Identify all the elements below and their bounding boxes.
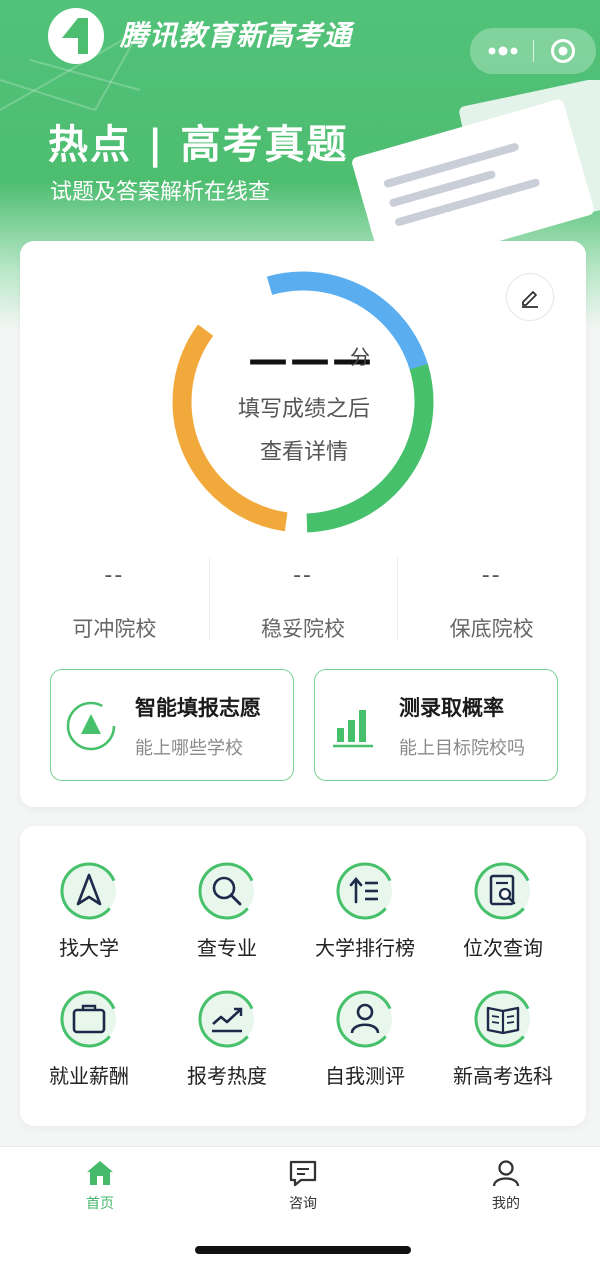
stat-label: 稳妥院校 [261, 617, 345, 641]
action-desc: 能上哪些学校 [135, 738, 243, 759]
chat-icon [289, 1160, 317, 1187]
stat-safety[interactable]: -- 保底院校 [397, 557, 586, 649]
tab-label: 我的 [492, 1196, 520, 1212]
stat-value: -- [481, 563, 502, 588]
edit-icon [522, 291, 538, 308]
tab-consult[interactable]: 咨询 [253, 1159, 353, 1213]
smart-application-button[interactable]: 智能填报志愿 能上哪些学校 [50, 669, 294, 781]
stat-value: -- [104, 563, 125, 588]
tab-mine[interactable]: 我的 [456, 1159, 556, 1213]
feature-label: 位次查询 [463, 936, 543, 960]
action-title: 测录取概率 [399, 696, 504, 720]
school-stats: -- 可冲院校 -- 稳妥院校 -- 保底院校 [20, 557, 586, 649]
exam-papers-illustration [352, 80, 600, 250]
feature-university-ranking[interactable]: 大学排行榜 [296, 860, 434, 961]
feature-label: 新高考选科 [453, 1064, 553, 1088]
feature-find-university[interactable]: 找大学 [20, 860, 158, 961]
user-icon [492, 1160, 520, 1187]
tab-label: 首页 [86, 1196, 114, 1212]
action-title: 智能填报志愿 [135, 696, 261, 720]
admission-probability-button[interactable]: 测录取概率 能上目标院校吗 [314, 669, 558, 781]
navigation-arrow-icon [60, 862, 118, 920]
score-prompt-line1[interactable]: 填写成绩之后 [200, 391, 408, 423]
close-target-icon[interactable] [550, 38, 576, 64]
stat-value: -- [293, 563, 313, 588]
tab-home[interactable]: 首页 [50, 1159, 150, 1213]
carousel-indicator [537, 212, 577, 218]
capsule-divider [533, 40, 534, 62]
logo-icon [48, 8, 104, 64]
stat-label: 可冲院校 [72, 617, 157, 641]
mini-program-capsule[interactable] [470, 28, 596, 74]
feature-rank-lookup[interactable]: 位次查询 [434, 860, 572, 961]
person-icon [336, 990, 394, 1048]
feature-label: 报考热度 [187, 1064, 267, 1088]
open-book-icon [474, 990, 532, 1048]
document-search-icon [474, 862, 532, 920]
app-title: 腾讯教育新高考通 [120, 19, 353, 52]
home-indicator [195, 1246, 411, 1254]
feature-label: 找大学 [59, 936, 119, 960]
triangle-target-icon [66, 701, 116, 751]
feature-label: 大学排行榜 [315, 936, 415, 960]
feature-grid: 找大学 查专业 大学排行榜 位次查询 就业薪酬 报考热度 自我测评 新高考选科 [20, 826, 586, 1126]
score-prompt-line2[interactable]: 查看详情 [200, 434, 408, 466]
score-card: ——— 分 填写成绩之后 查看详情 -- 可冲院校 -- 稳妥院校 -- 保底院… [20, 241, 586, 807]
stat-label: 保底院校 [449, 617, 534, 641]
stat-reach[interactable]: -- 可冲院校 [20, 557, 209, 649]
home-icon [87, 1161, 113, 1185]
stat-match[interactable]: -- 稳妥院校 [208, 557, 398, 649]
feature-application-popularity[interactable]: 报考热度 [158, 988, 296, 1089]
feature-subject-selection[interactable]: 新高考选科 [434, 988, 572, 1089]
action-desc: 能上目标院校吗 [399, 738, 525, 759]
feature-self-assessment[interactable]: 自我测评 [296, 988, 434, 1089]
tab-label: 咨询 [289, 1196, 317, 1212]
feature-label: 查专业 [197, 936, 257, 960]
feature-label: 就业薪酬 [49, 1064, 129, 1088]
bar-chart-icon [333, 710, 373, 748]
trend-chart-icon [198, 990, 256, 1048]
banner-subtitle: 试题及答案解析在线查 [50, 180, 271, 205]
edit-score-button[interactable] [506, 273, 554, 321]
ranking-list-icon [336, 862, 394, 920]
briefcase-icon [60, 990, 118, 1048]
feature-search-major[interactable]: 查专业 [158, 860, 296, 961]
score-unit: 分 [350, 345, 370, 369]
more-icon[interactable] [486, 40, 520, 62]
feature-label: 自我测评 [325, 1064, 405, 1088]
feature-employment-salary[interactable]: 就业薪酬 [20, 988, 158, 1089]
search-icon [198, 862, 256, 920]
